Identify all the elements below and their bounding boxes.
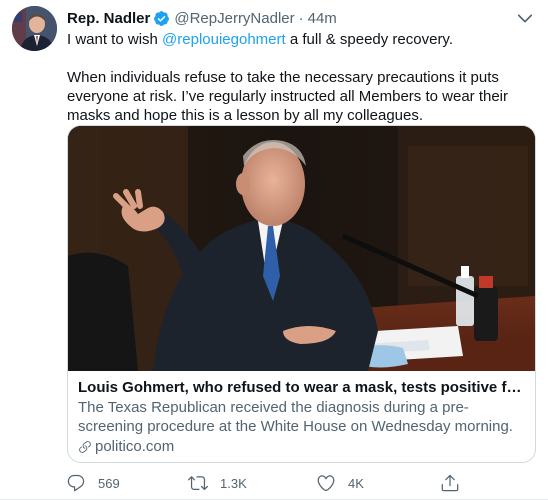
reply-count: 569 <box>98 475 120 491</box>
card-description: The Texas Republican received the diagno… <box>78 399 513 435</box>
tweet-header: Rep. Nadler @RepJerryNadler · 44m <box>67 8 337 28</box>
share-button[interactable] <box>440 472 472 494</box>
like-icon <box>317 475 335 492</box>
card-domain: politico.com <box>78 437 528 456</box>
tweet-line-1-prefix: I want to wish <box>67 31 163 48</box>
more-options-button[interactable] <box>515 8 535 28</box>
tweet-actions: 569 1.3K 4K <box>66 472 506 494</box>
retweet-count: 1.3K <box>220 475 247 491</box>
card-photo <box>68 126 535 371</box>
tweet-text: I want to wish @replouiegohmert a full &… <box>67 30 537 125</box>
separator-dot: · <box>298 9 304 27</box>
card-image[interactable] <box>68 126 535 371</box>
link-card[interactable]: Louis Gohmert, who refused to wear a mas… <box>67 125 536 463</box>
card-title[interactable]: Louis Gohmert, who refused to wear a mas… <box>78 378 528 397</box>
handle[interactable]: @RepJerryNadler <box>174 10 294 27</box>
reply-icon <box>67 474 85 492</box>
like-button[interactable]: 4K <box>316 472 364 494</box>
tweet-line-1-suffix: a full & speedy recovery. <box>285 31 453 48</box>
verified-badge-icon <box>154 10 170 26</box>
chevron-down-icon <box>517 14 533 23</box>
retweet-button[interactable]: 1.3K <box>188 472 247 494</box>
tweet-line-1: I want to wish @replouiegohmert a full &… <box>67 30 537 49</box>
mention-link[interactable]: @replouiegohmert <box>162 31 286 48</box>
share-icon <box>441 474 459 492</box>
link-icon <box>79 440 91 453</box>
reply-button[interactable]: 569 <box>66 472 120 494</box>
card-domain-text[interactable]: politico.com <box>95 437 174 456</box>
timestamp[interactable]: 44m <box>308 10 337 27</box>
tweet[interactable]: Rep. Nadler @RepJerryNadler · 44m I want… <box>0 0 548 500</box>
retweet-icon <box>188 476 208 491</box>
display-name[interactable]: Rep. Nadler <box>67 10 150 27</box>
avatar[interactable] <box>12 6 57 51</box>
card-text: Louis Gohmert, who refused to wear a mas… <box>78 378 528 456</box>
tweet-paragraph-2: When individuals refuse to take the nece… <box>67 69 509 124</box>
avatar-image <box>12 6 57 51</box>
like-count: 4K <box>348 475 364 491</box>
